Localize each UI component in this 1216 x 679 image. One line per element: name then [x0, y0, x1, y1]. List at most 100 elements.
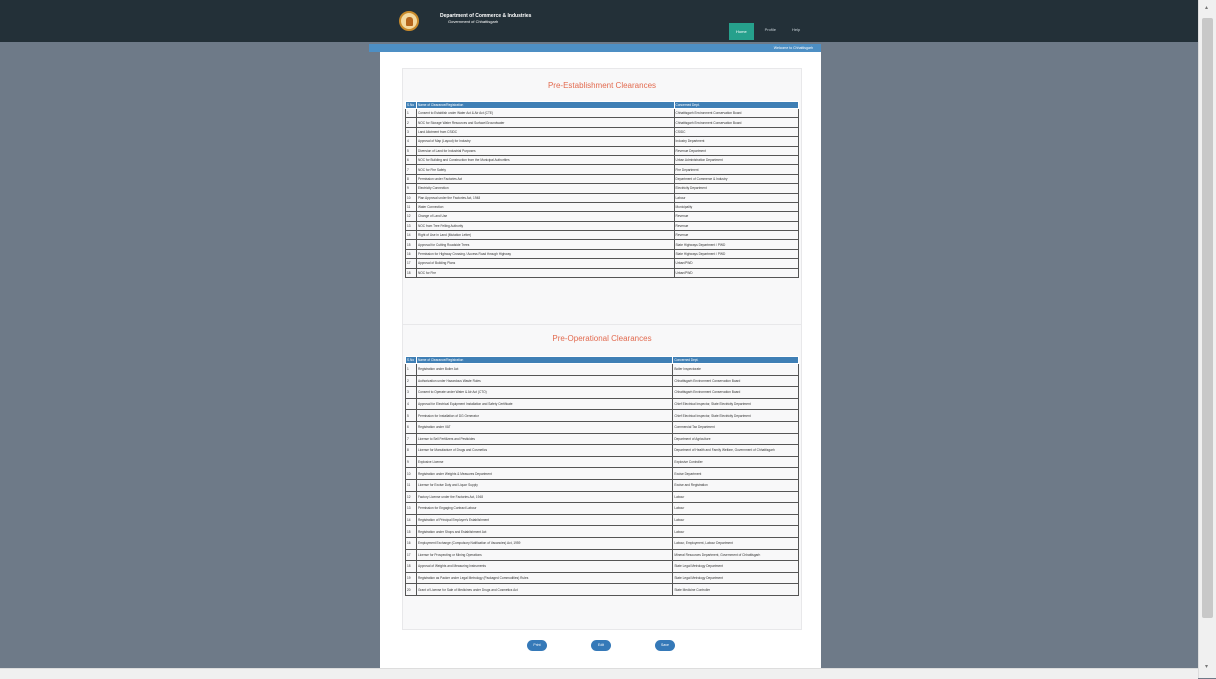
column-header: Name of Clearance/Registration — [415, 356, 674, 364]
table-row: 13 NOC from Tree Felling Authority Revenue — [405, 220, 800, 232]
column-header: S.No — [405, 356, 417, 364]
table-row: 9 Electricity Connection Electricity Depar… — [405, 183, 800, 194]
serial-cell: 4 — [405, 397, 417, 411]
edit-button[interactable]: Edit — [591, 640, 611, 651]
organization-name: Department of Commerce & Industries Gove… — [440, 13, 531, 25]
clearance-name-cell: Authorization under Hazardous Waste Rule… — [415, 374, 674, 388]
table-row: 14 Registration of Principal Employer's E… — [405, 513, 799, 527]
department-cell: Boiler Inspectorate — [672, 363, 799, 376]
department-cell: Mineral Resources Department, Government… — [672, 548, 799, 562]
main-content: Pre-Establishment Clearances S.No Name of… — [380, 52, 821, 668]
save-button[interactable]: Save — [655, 640, 675, 651]
table-row: 17 Approval of Building Plans Urban/PWD — [405, 258, 800, 269]
clearance-name-cell: Electricity Connection — [415, 183, 675, 194]
table-row: 10 Registration under Weights & Measures … — [405, 467, 799, 480]
breadcrumb[interactable]: Welcome to Chhattisgarh — [774, 46, 813, 50]
clearance-name-cell: Permission for Highway Crossing / Access… — [415, 248, 675, 260]
serial-cell: 14 — [405, 230, 417, 241]
department-cell: Chhattisgarh Environment Conservation Bo… — [673, 117, 800, 128]
clearance-name-cell: Registration as Packer under Legal Metro… — [415, 571, 674, 585]
table-row: 9 Explosive License Explosive Controller — [405, 455, 799, 469]
serial-cell: 13 — [405, 502, 417, 515]
table-row: 2 Authorization under Hazardous Waste Rul… — [405, 374, 799, 388]
serial-cell: 1 — [405, 107, 417, 119]
department-cell: Industry Department — [673, 136, 800, 147]
table-row: 5 Diversion of Land for Industrial Purpos… — [405, 145, 800, 156]
nav-item-profile[interactable]: Profile — [760, 23, 781, 40]
horizontal-scrollbar[interactable] — [0, 668, 1198, 679]
clearance-name-cell: Consent to Operate under Water & Air Act… — [415, 386, 674, 399]
department-cell: CSIDC — [673, 126, 800, 138]
serial-cell: 17 — [405, 548, 417, 562]
table-row: 1 Registration under Boiler Act Boiler Ins… — [405, 363, 799, 376]
table-row: 18 Approval of Weights and Measuring Inst… — [405, 560, 799, 573]
clearance-name-cell: Plan Approval under the Factories Act, 1… — [415, 192, 675, 203]
scroll-down-icon[interactable]: ▾ — [1205, 663, 1208, 670]
department-cell: Urban Administration Department — [673, 154, 800, 166]
table-row: 17 License for Prospecting or Mining Oper… — [405, 548, 799, 562]
serial-cell: 9 — [405, 455, 417, 469]
clearance-name-cell: Registration under Boiler Act — [415, 363, 674, 376]
table-row: 6 NOC for Building and Construction from … — [405, 154, 800, 166]
department-cell: Labour — [672, 490, 799, 504]
clearance-name-cell: Approval for Electrical Equipment Instal… — [415, 397, 674, 411]
serial-cell: 5 — [405, 145, 417, 156]
clearance-name-cell: NOC for Fire — [415, 267, 675, 279]
table-row: 10 Plan Approval under the Factories Act,… — [405, 192, 800, 203]
nav-item-help[interactable]: Help — [787, 23, 805, 40]
scroll-up-icon[interactable]: ▴ — [1205, 4, 1208, 11]
vertical-scrollbar[interactable]: ▴ ▾ — [1198, 0, 1216, 678]
table-header-row: S.No Name of Clearance/Registration Concer… — [405, 101, 800, 109]
table-header-row: S.No Name of Clearance/Registration Concer… — [405, 356, 799, 364]
table-row: 12 Factory License under the Factories Ac… — [405, 490, 799, 504]
clearance-name-cell: Registration under Shops and Establishme… — [415, 525, 674, 538]
department-cell: Chief Electrical Inspector, State Electr… — [672, 409, 799, 422]
department-cell: Chhattisgarh Environment Conservation Bo… — [672, 374, 799, 388]
department-cell: Labour — [672, 513, 799, 527]
serial-cell: 8 — [405, 444, 417, 457]
serial-cell: 10 — [405, 467, 417, 480]
clearance-name-cell: Registration of Principal Employer's Est… — [415, 513, 674, 527]
table-row: 7 NOC for Fire Safety Fire Department — [405, 164, 800, 175]
table-row: 15 Registration under Shops and Establish… — [405, 525, 799, 538]
serial-cell: 12 — [405, 490, 417, 504]
clearance-name-cell: Consent to Establish under Water Act & A… — [415, 107, 675, 119]
department-cell: Municipality — [673, 201, 800, 213]
pre-establishment-table: S.No Name of Clearance/Registration Concer… — [405, 101, 800, 279]
clearance-name-cell: Approval for Cutting Roadside Trees — [415, 239, 675, 250]
section-title: Pre-Operational Clearances — [552, 334, 652, 343]
print-button[interactable]: Print — [527, 640, 547, 651]
clearance-name-cell: NOC for Fire Safety — [415, 164, 675, 175]
clearance-name-cell: Permission for Installation of DG Genera… — [415, 409, 674, 422]
department-cell: State Legal Metrology Department — [672, 560, 799, 573]
table-row: 5 Permission for Installation of DG Gener… — [405, 409, 799, 422]
table-row: 18 NOC for Fire Urban/PWD — [405, 267, 800, 279]
main-nav: Home Profile Help — [729, 23, 805, 40]
govt-emblem-icon — [399, 11, 419, 31]
department-cell: State Legal Metrology Department — [672, 571, 799, 585]
clearance-name-cell: Explosive License — [415, 455, 674, 469]
table-row: 15 Approval for Cutting Roadside Trees Sta… — [405, 239, 800, 250]
clearance-name-cell: License for Prospecting or Mining Operat… — [415, 548, 674, 562]
department-cell: Excise and Registration — [672, 478, 799, 492]
scrollbar-thumb[interactable] — [1202, 18, 1213, 618]
department-cell: State Highways Department / PWD — [673, 239, 800, 250]
serial-cell: 7 — [405, 432, 417, 446]
clearance-name-cell: Factory License under the Factories Act,… — [415, 490, 674, 504]
department-cell: Chhattisgarh Environment Conservation Bo… — [673, 107, 800, 119]
table-row: 1 Consent to Establish under Water Act & … — [405, 107, 800, 119]
serial-cell: 2 — [405, 374, 417, 388]
department-cell: Chhattisgarh Environment Conservation Bo… — [672, 386, 799, 399]
table-row: 20 Grant of License for Sale of Medicines… — [405, 583, 799, 596]
nav-item-home[interactable]: Home — [729, 23, 754, 40]
clearance-name-cell: Approval of Weights and Measuring Instru… — [415, 560, 674, 573]
table-row: 6 Registration under VAT Commercial Tax De… — [405, 420, 799, 434]
serial-cell: 16 — [405, 536, 417, 550]
table-row: 3 Consent to Operate under Water & Air Ac… — [405, 386, 799, 399]
table-row: 7 License to Sell Fertilizers and Pestici… — [405, 432, 799, 446]
clearance-name-cell: NOC for Storage Water Resources and Surf… — [415, 117, 675, 128]
clearance-name-cell: Grant of License for Sale of Medicines u… — [415, 583, 674, 596]
serial-cell: 8 — [405, 173, 417, 185]
table-row: 16 Employment Exchange (Compulsory Notifi… — [405, 536, 799, 550]
table-row: 11 Water Connection Municipality — [405, 201, 800, 213]
